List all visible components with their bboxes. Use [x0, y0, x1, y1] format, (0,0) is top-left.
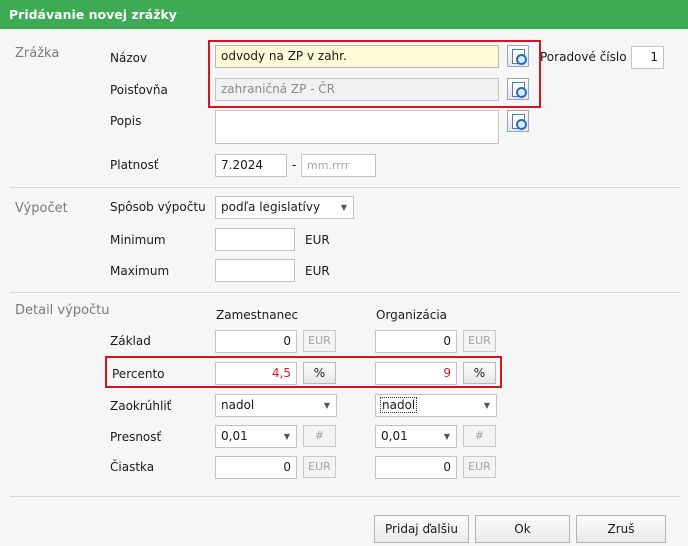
window-title-bar: Pridávanie novej zrážky — [0, 0, 688, 29]
minimum-input[interactable] — [215, 228, 295, 251]
pridaj-dalsiu-button[interactable]: Pridaj ďalšiu — [374, 515, 469, 543]
search-icon — [516, 119, 527, 130]
zaokruhlit-organizacia-value: nadol — [379, 397, 418, 413]
sposob-vypoctu-label: Spôsob výpočtu — [110, 200, 206, 214]
popis-textarea[interactable] — [215, 110, 499, 144]
zaokruhlit-zamestnanec-select[interactable]: nadol ▼ — [215, 394, 337, 417]
platnost-label: Platnosť — [110, 158, 159, 172]
chevron-down-icon[interactable]: ▼ — [324, 395, 330, 416]
nazov-label: Názov — [110, 51, 148, 65]
separator — [10, 187, 680, 188]
highlight-percento — [105, 356, 502, 388]
zaklad-organizacia-input[interactable]: 0 — [375, 330, 457, 353]
platnost-to-input[interactable]: mm.rrrr — [301, 154, 376, 177]
maximum-unit: EUR — [305, 264, 330, 278]
chevron-down-icon[interactable]: ▼ — [444, 426, 450, 447]
presnost-zamestnanec-select[interactable]: 0,01 ▼ — [215, 425, 297, 448]
separator — [10, 496, 680, 497]
zaklad-zamestnanec-unit-button[interactable]: EUR — [303, 330, 336, 352]
zaokruhlit-label: Zaokrúhliť — [110, 399, 172, 413]
presnost-zamestnanec-value: 0,01 — [221, 429, 248, 443]
presnost-organizacia-hash-button[interactable]: # — [463, 425, 496, 447]
ciastka-zamestnanec-unit-button[interactable]: EUR — [303, 456, 336, 478]
poradove-cislo-input[interactable]: 1 — [631, 46, 664, 69]
section-detail-label: Detail výpočtu — [15, 303, 110, 318]
chevron-down-icon[interactable]: ▼ — [284, 426, 290, 447]
ok-button[interactable]: Ok — [475, 515, 570, 543]
sposob-vypoctu-select[interactable]: podľa legislatívy ▼ — [215, 196, 354, 219]
zaklad-label: Základ — [110, 334, 151, 348]
ciastka-organizacia-input[interactable]: 0 — [375, 456, 457, 479]
platnost-dash: - — [292, 158, 297, 172]
maximum-input[interactable] — [215, 259, 295, 282]
ciastka-zamestnanec-input[interactable]: 0 — [215, 456, 297, 479]
minimum-label: Minimum — [110, 233, 166, 247]
zaklad-organizacia-unit-button[interactable]: EUR — [463, 330, 496, 352]
section-vypocet-label: Výpočet — [15, 201, 68, 216]
minimum-unit: EUR — [305, 233, 330, 247]
presnost-organizacia-value: 0,01 — [381, 429, 408, 443]
window-title: Pridávanie novej zrážky — [9, 7, 177, 22]
column-header-organizacia: Organizácia — [376, 308, 448, 322]
column-header-zamestnanec: Zamestnanec — [216, 308, 299, 322]
ciastka-label: Čiastka — [110, 460, 155, 474]
zaokruhlit-organizacia-select[interactable]: nadol ▼ — [375, 394, 497, 417]
zaokruhlit-zamestnanec-value: nadol — [221, 398, 255, 412]
section-zrazka-label: Zrážka — [15, 46, 60, 61]
popis-lookup-button[interactable] — [507, 110, 529, 132]
zaklad-zamestnanec-input[interactable]: 0 — [215, 330, 297, 353]
chevron-down-icon[interactable]: ▼ — [341, 197, 347, 218]
highlight-nazov-poistovna — [208, 40, 541, 108]
presnost-label: Presnosť — [110, 430, 162, 444]
platnost-from-input[interactable]: 7.2024 — [215, 154, 287, 177]
popis-label: Popis — [110, 114, 142, 128]
presnost-organizacia-select[interactable]: 0,01 ▼ — [375, 425, 457, 448]
presnost-zamestnanec-hash-button[interactable]: # — [303, 425, 336, 447]
ciastka-organizacia-unit-button[interactable]: EUR — [463, 456, 496, 478]
poistovna-label: Poisťovňa — [110, 83, 168, 97]
chevron-down-icon[interactable]: ▼ — [484, 395, 490, 416]
cancel-button[interactable]: Zruš — [576, 515, 666, 543]
poradove-cislo-label: Poradové číslo — [540, 50, 627, 64]
maximum-label: Maximum — [110, 264, 170, 278]
sposob-vypoctu-value: podľa legislatívy — [221, 200, 321, 214]
separator — [10, 292, 680, 293]
